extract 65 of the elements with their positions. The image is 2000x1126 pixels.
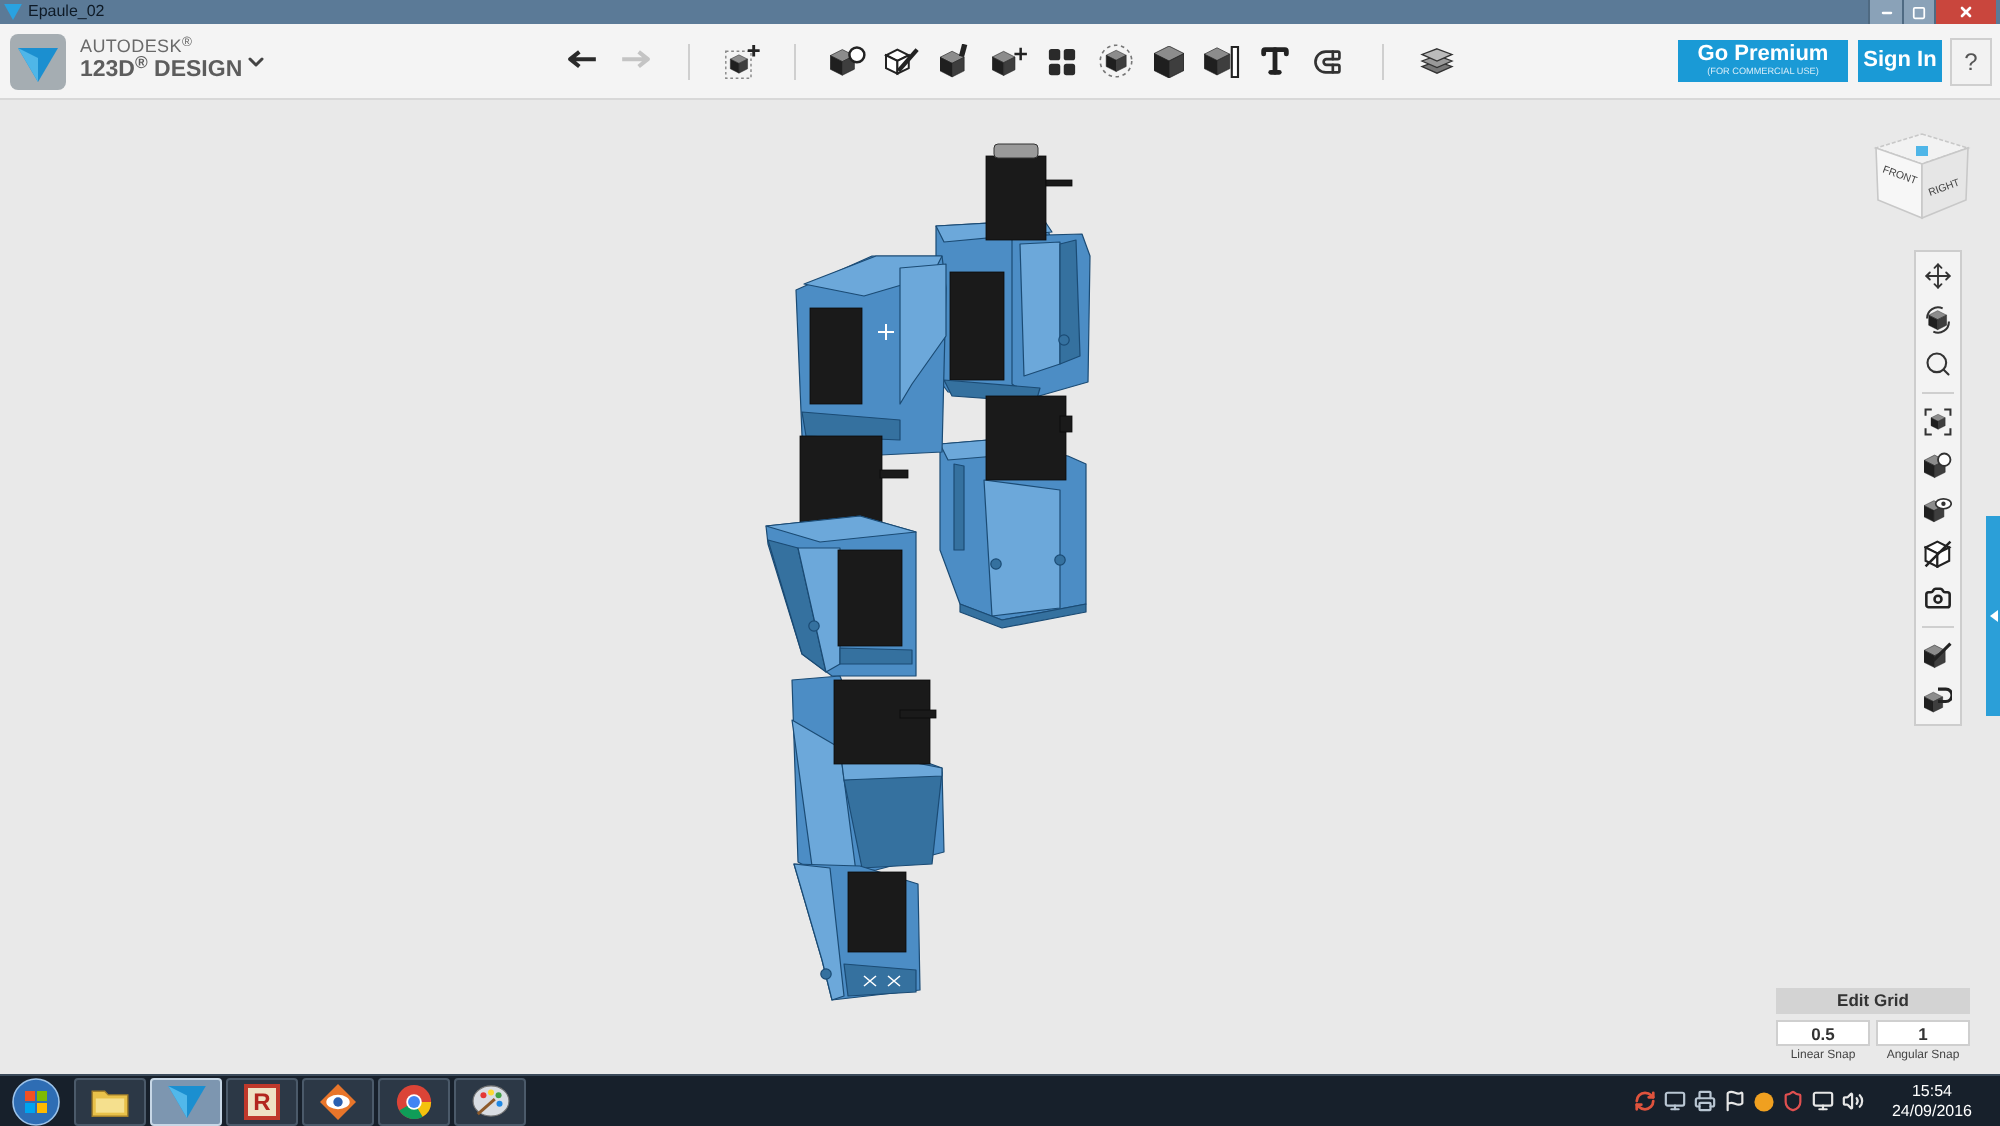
snap-value-field[interactable]: 1 [1876,1020,1970,1046]
cube-icon[interactable] [1154,45,1185,77]
snap-value-field[interactable]: 0.5 [1776,1020,1870,1046]
minimize-icon [1879,6,1893,20]
start-orb-icon[interactable] [12,1077,60,1125]
clock-time: 15:54 [1911,1083,1953,1099]
sync-icon[interactable] [1634,1090,1656,1112]
pan-icon[interactable] [1924,262,1952,290]
display-icon[interactable] [1812,1090,1834,1112]
cube-ruler-icon[interactable] [1204,45,1241,77]
maximize-button[interactable] [1902,0,1934,24]
letter-logo: R [244,1083,280,1119]
crossed-cube-icon[interactable] [1924,540,1952,568]
brand-name: AUTODESK$^{®}$ [80,38,195,57]
text-tool-icon[interactable] [1258,44,1293,78]
cube-hook-icon[interactable] [1924,686,1952,714]
triangle-logo-icon [167,1085,205,1117]
app-logo-icon [10,33,66,89]
palette-icon [471,1084,509,1118]
speaker-icon[interactable] [1842,1090,1864,1112]
browser-logo-icon [396,1083,432,1119]
monitor-icon[interactable] [1664,1090,1686,1112]
close-button[interactable] [1934,0,1996,24]
fit-view-icon[interactable] [1924,408,1952,436]
shield-icon[interactable] [1782,1090,1804,1112]
product-name: 123D$^{®}$ DESIGN [80,60,236,84]
edit-grid-title: Edit Grid [1837,992,1909,1010]
cube-sphere-icon[interactable] [830,45,867,77]
undo-icon[interactable] [567,50,597,72]
maximize-icon [1912,5,1926,19]
four-cubes-icon[interactable] [1048,47,1077,75]
taskbar-app-button[interactable] [74,1077,146,1125]
cube-eye-icon[interactable] [1924,496,1952,524]
cube-brush-icon[interactable] [939,44,972,78]
cube-sparkle-icon[interactable] [991,45,1027,77]
minimize-button[interactable] [1868,0,1902,24]
top-face-marker-icon[interactable] [1916,146,1928,156]
flag-icon[interactable] [1724,1090,1746,1112]
cube-dashed-ring-icon[interactable] [1097,44,1134,78]
taskbar-app-button[interactable]: R [226,1077,298,1125]
panel-arrow-icon [1989,610,1997,622]
taskbar-app-button[interactable] [378,1077,450,1125]
taskbar-clock[interactable]: 15:54 24/09/2016 [1888,1083,1976,1119]
clock-date: 24/09/2016 [1891,1103,1973,1119]
go-premium-label: Go Premium [1697,44,1829,67]
close-icon [1958,4,1974,20]
robot-leg-model-drawing[interactable] [764,142,1094,1002]
help-button[interactable]: ? [1950,37,1992,85]
camera-icon[interactable] [1924,584,1952,612]
status-circle-icon[interactable] [1754,1091,1774,1111]
orbit-icon[interactable] [1924,306,1952,334]
cube-pencil-icon[interactable] [884,45,921,77]
zoom-icon[interactable] [1924,350,1952,378]
taskbar-app-button[interactable] [454,1077,526,1125]
folder-icon [90,1085,130,1117]
printer-icon[interactable] [1694,1090,1716,1112]
window-title: Epaule_02 [28,4,105,20]
cube-pen-icon[interactable] [1924,642,1952,670]
layers-icon[interactable] [1419,46,1453,76]
edit-grid-header[interactable]: Edit Grid [1776,988,1970,1014]
window-app-icon [4,4,22,20]
taskbar-app-button[interactable] [302,1077,374,1125]
cube-circle-icon[interactable] [1924,452,1952,480]
cube-plus-icon[interactable] [724,43,761,79]
eye-logo-icon [320,1083,356,1119]
